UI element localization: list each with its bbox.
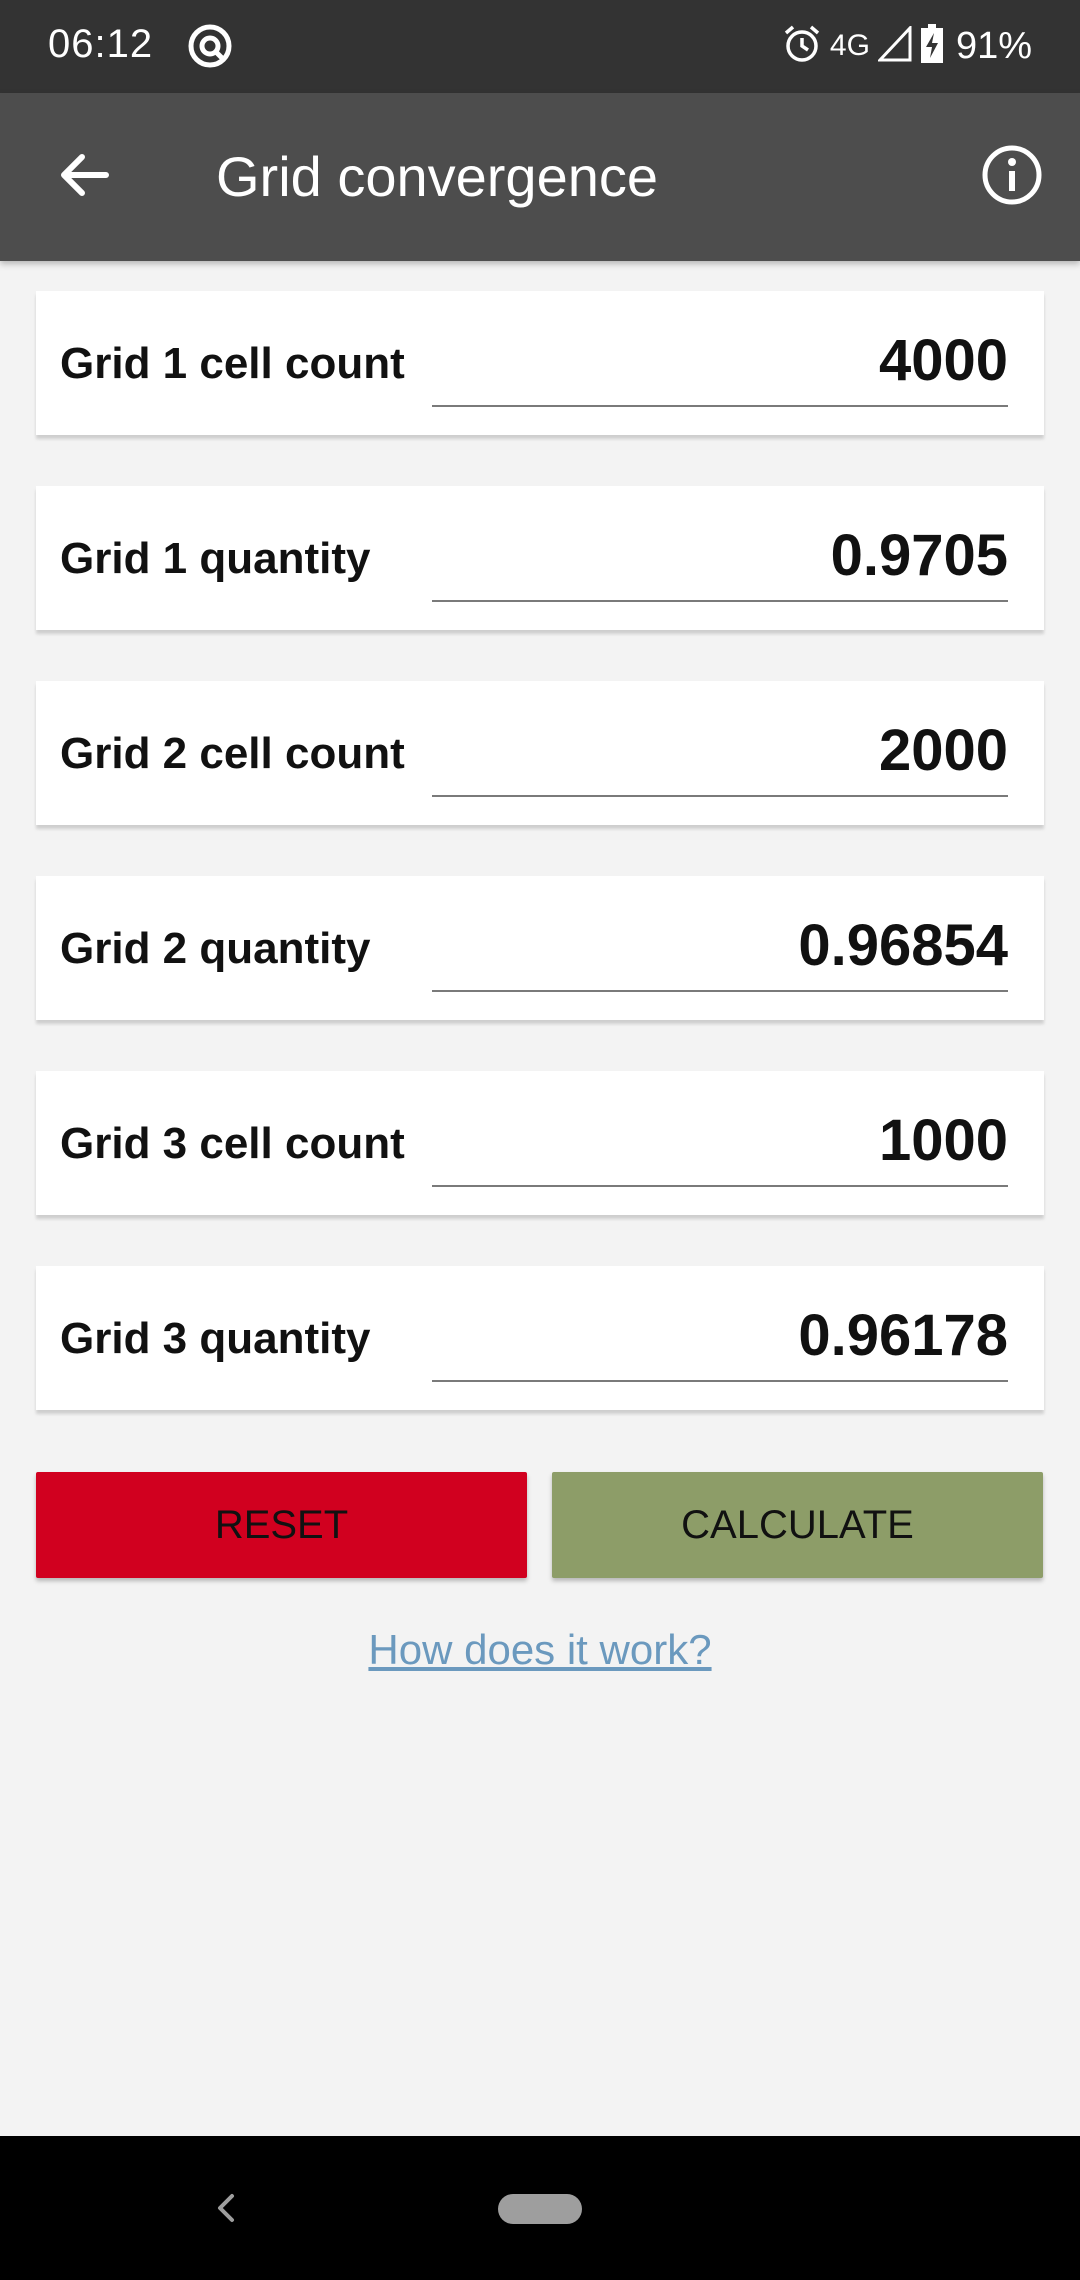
field-card-grid3-quantity: Grid 3 quantity 0.96178 <box>36 1266 1044 1410</box>
app-notification-icon <box>186 22 234 70</box>
app-bar: Grid convergence <box>0 93 1080 261</box>
field-label: Grid 2 quantity <box>60 924 371 973</box>
info-button[interactable] <box>968 133 1056 221</box>
grid2-cell-count-input[interactable]: 2000 <box>432 705 1008 797</box>
field-card-grid1-cell-count: Grid 1 cell count 4000 <box>36 291 1044 435</box>
grid2-quantity-input[interactable]: 0.96854 <box>432 900 1008 992</box>
how-does-it-work-link[interactable]: How does it work? <box>0 1626 1080 1674</box>
page-title: Grid convergence <box>216 145 659 208</box>
grid3-cell-count-input[interactable]: 1000 <box>432 1095 1008 1187</box>
field-label: Grid 3 quantity <box>60 1314 371 1363</box>
field-card-grid3-cell-count: Grid 3 cell count 1000 <box>36 1071 1044 1215</box>
signal-icon <box>876 23 912 67</box>
field-label: Grid 3 cell count <box>60 1119 405 1168</box>
calculate-button[interactable]: CALCULATE <box>552 1472 1043 1578</box>
field-label: Grid 2 cell count <box>60 729 405 778</box>
reset-button[interactable]: RESET <box>36 1472 527 1578</box>
status-time: 06:12 <box>48 22 154 66</box>
field-card-grid2-quantity: Grid 2 quantity 0.96854 <box>36 876 1044 1020</box>
help-link-text[interactable]: How does it work? <box>368 1626 711 1673</box>
status-bar: 06:12 4G 91% <box>0 0 1080 93</box>
nav-home-pill[interactable] <box>498 2194 582 2224</box>
arrow-back-icon <box>56 147 112 208</box>
battery-percent: 91% <box>955 24 1032 67</box>
status-icons: 4G 91% <box>774 20 1032 72</box>
field-card-grid1-quantity: Grid 1 quantity 0.9705 <box>36 486 1044 630</box>
grid1-quantity-input[interactable]: 0.9705 <box>432 510 1008 602</box>
grid1-cell-count-input[interactable]: 4000 <box>432 315 1008 407</box>
info-icon <box>980 143 1044 212</box>
field-label: Grid 1 cell count <box>60 339 405 388</box>
field-label: Grid 1 quantity <box>60 534 371 583</box>
network-type: 4G <box>829 29 870 62</box>
navigation-bar <box>0 2136 1080 2280</box>
alarm-icon <box>782 24 822 69</box>
grid3-quantity-input[interactable]: 0.96178 <box>432 1290 1008 1382</box>
nav-back-icon[interactable] <box>206 2184 246 2232</box>
back-button[interactable] <box>44 137 124 217</box>
field-card-grid2-cell-count: Grid 2 cell count 2000 <box>36 681 1044 825</box>
battery-charging-icon <box>920 23 944 69</box>
